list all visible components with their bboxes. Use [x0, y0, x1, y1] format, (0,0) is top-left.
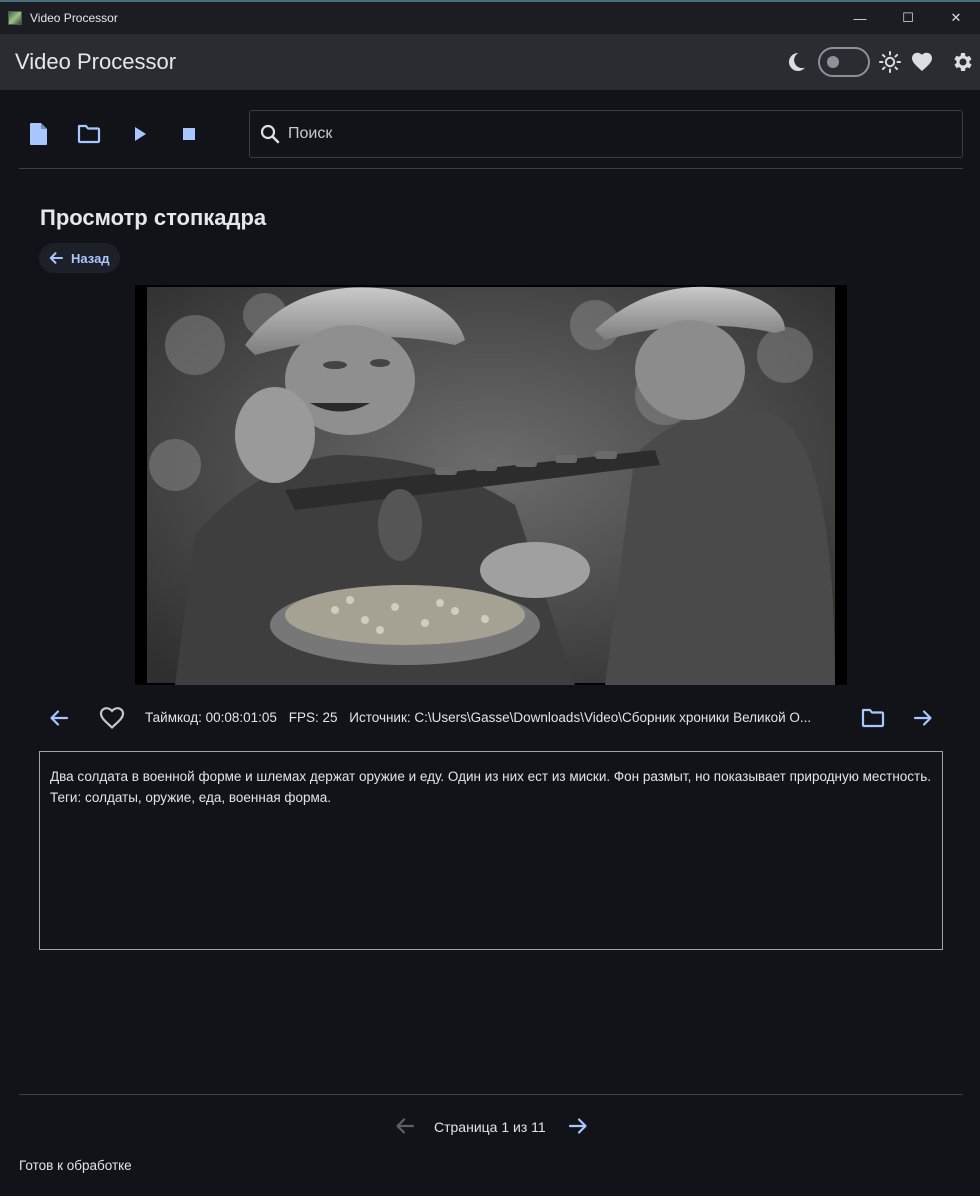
favorite-heart-outline-icon[interactable] [98, 706, 126, 735]
arrow-left-icon [49, 252, 63, 264]
app-icon [8, 11, 22, 25]
header-actions [784, 34, 974, 90]
app-header: Video Processor [0, 34, 980, 90]
search-box[interactable] [249, 110, 963, 158]
favorites-heart-icon[interactable] [910, 50, 934, 74]
window-titlebar: Video Processor — ☐ ✕ [0, 0, 980, 34]
toolbar-divider [19, 168, 963, 169]
maximize-button[interactable]: ☐ [884, 2, 932, 34]
footer-divider [19, 1094, 963, 1095]
theme-toggle-knob [827, 56, 839, 68]
still-frame-image [135, 285, 847, 685]
open-file-icon[interactable] [27, 122, 51, 146]
window-controls: — ☐ ✕ [836, 2, 980, 34]
play-icon[interactable] [128, 122, 152, 146]
fps-label: FPS: 25 [288, 710, 338, 725]
window-title: Video Processor [30, 11, 118, 25]
status-text: Готов к обработке [19, 1158, 132, 1173]
page-title: Просмотр стопкадра [40, 205, 267, 230]
frame-info: Таймкод: 00:08:01:05 FPS: 25 Источник: C… [145, 710, 845, 725]
back-button[interactable]: Назад [39, 243, 120, 273]
minimize-button[interactable]: — [836, 2, 884, 34]
stop-icon[interactable] [177, 122, 201, 146]
search-input[interactable] [288, 125, 928, 143]
theme-toggle[interactable] [818, 47, 870, 77]
sun-icon [878, 50, 902, 74]
settings-gear-icon[interactable] [950, 50, 974, 74]
next-page-arrow-icon[interactable] [568, 1116, 588, 1141]
toolbar [19, 109, 963, 159]
frame-meta-row: Таймкод: 00:08:01:05 FPS: 25 Источник: C… [39, 700, 943, 736]
pagination: Страница 1 из 11 [0, 1110, 980, 1142]
frame-description-textarea[interactable]: Два солдата в военной форме и шлемах дер… [39, 751, 943, 950]
moon-icon [784, 50, 808, 74]
back-button-label: Назад [71, 250, 110, 266]
open-folder-icon[interactable] [77, 122, 101, 146]
timecode-label: Таймкод: 00:08:01:05 [145, 710, 277, 725]
next-frame-arrow-icon[interactable] [913, 708, 933, 733]
source-path-label: Источник: C:\Users\Gasse\Downloads\Video… [349, 710, 812, 725]
app-title: Video Processor [15, 49, 177, 74]
previous-page-arrow-icon[interactable] [395, 1116, 415, 1141]
previous-frame-arrow-icon[interactable] [49, 708, 69, 733]
close-button[interactable]: ✕ [932, 2, 980, 34]
open-source-folder-icon[interactable] [861, 708, 885, 733]
search-icon [260, 124, 280, 144]
page-indicator: Страница 1 из 11 [434, 1119, 546, 1135]
